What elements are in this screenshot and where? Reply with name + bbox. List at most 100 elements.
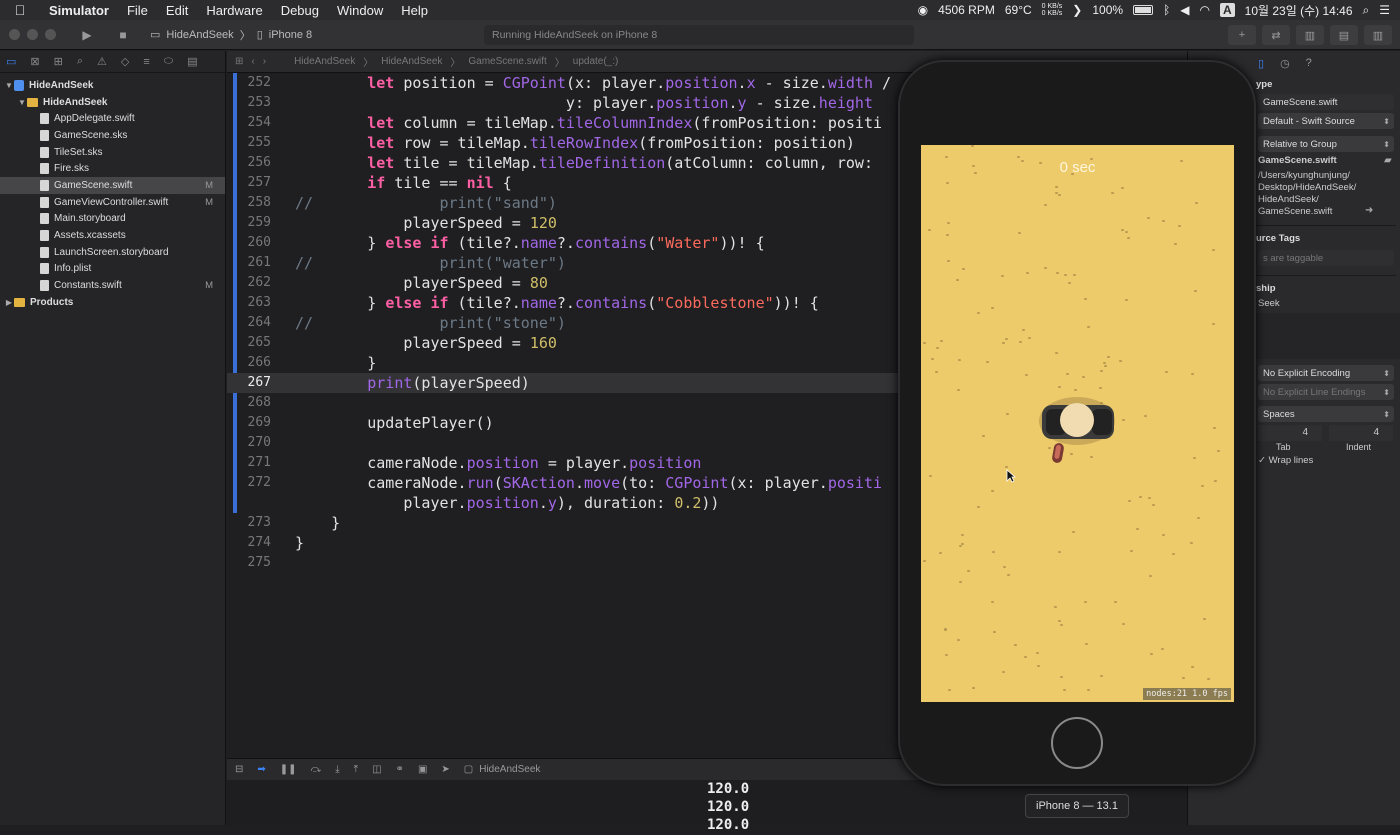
source-control-icon[interactable]: ⊠ [30,55,39,68]
disclosure-triangle-icon[interactable]: ▼ [17,98,27,107]
breakpoints-toggle-icon[interactable]: ➡ [257,764,265,775]
tree-item[interactable]: GameScene.swift M [0,177,225,194]
file-type-select[interactable]: Default - Swift Source ⬍ [1258,113,1394,129]
apple-icon[interactable]:  [0,2,40,18]
tags-field[interactable]: s are taggable [1258,250,1394,266]
tree-item[interactable]: Constants.swift M [0,277,225,294]
toggle-debug-button[interactable]: ▤ [1330,25,1358,45]
minimize-window-button[interactable] [27,29,38,40]
scheme-selector[interactable]: ▭ HideAndSeek 〉 ▯ iPhone 8 [150,27,312,43]
wrap-lines-label: Wrap lines [1268,455,1314,466]
encoding-select[interactable]: No Explicit Encoding ⬍ [1258,365,1394,381]
issue-nav-icon[interactable]: ⚠ [97,55,107,68]
battery-icon[interactable] [1133,5,1154,15]
disclosure-triangle-icon[interactable]: ▼ [4,81,14,90]
identity-type-title: ype [1256,79,1273,90]
menu-debug[interactable]: Debug [272,3,328,18]
code-review-button[interactable]: ⇄ [1262,25,1290,45]
tree-item[interactable]: ▶ Products [0,294,225,311]
tree-item[interactable]: Fire.sks [0,160,225,177]
disclosure-triangle-icon[interactable]: ▶ [4,298,14,307]
library-button[interactable]: + [1228,25,1256,45]
location-icon[interactable]: ➤ [441,764,449,775]
moon-icon[interactable]: ❯ [1072,3,1082,17]
run-button[interactable]: ▶ [74,25,100,45]
step-in-icon[interactable]: ⤓ [335,764,339,775]
folder-icon[interactable]: ▰ [1384,155,1392,166]
menu-edit[interactable]: Edit [157,3,197,18]
crumb-project[interactable]: HideAndSeek [294,56,355,67]
reveal-arrow-icon[interactable]: ➜ [1365,205,1373,216]
notification-icon[interactable]: ☰ [1379,3,1390,17]
sand-speck [1005,466,1008,468]
tree-item[interactable]: LaunchScreen.storyboard [0,244,225,261]
close-window-button[interactable] [9,29,20,40]
view-debugger-icon[interactable]: ◫ [372,764,381,775]
folder-nav-icon[interactable]: ▭ [6,55,16,68]
menu-file[interactable]: File [118,3,157,18]
datetime[interactable]: 10월 23일 (수) 14:46 [1245,2,1353,19]
debug-nav-icon[interactable]: ≡ [143,56,149,68]
crumb-folder[interactable]: HideAndSeek [381,56,442,67]
record-icon[interactable]: ◉ [918,3,928,17]
crumb-file[interactable]: GameScene.swift [468,56,546,67]
menu-app[interactable]: Simulator [40,3,118,18]
forward-icon[interactable]: › [263,56,266,67]
home-button[interactable] [1051,717,1103,769]
memory-graph-icon[interactable]: ⚭ [396,764,404,775]
sand-speck [1064,274,1067,276]
menu-help[interactable]: Help [392,3,437,18]
toggle-navigator-button[interactable]: ▥ [1296,25,1324,45]
report-nav-icon[interactable]: ▤ [187,55,197,68]
stop-button[interactable]: ■ [110,25,136,45]
help-icon[interactable]: ? [1306,57,1312,70]
game-screen[interactable]: 0 sec nodes:21 1.0 fps [921,145,1234,702]
indent-using-select[interactable]: Spaces ⬍ [1258,406,1394,422]
tree-item[interactable]: TileSet.sks [0,144,225,161]
related-items-icon[interactable]: ⊞ [235,56,243,67]
hide-debug-icon[interactable]: ⊟ [235,764,243,775]
volume-icon[interactable]: ◀ [1180,3,1189,17]
breakpoint-nav-icon[interactable]: ⬭ [164,55,173,68]
symbol-nav-icon[interactable]: ⊞ [54,55,63,68]
indent-width-stepper[interactable]: 4 [1329,425,1393,441]
tree-item[interactable]: AppDelegate.swift [0,110,225,127]
tree-item[interactable]: Main.storyboard [0,211,225,228]
file-icon [40,213,49,225]
tree-item[interactable]: ▼ HideAndSeek [0,77,225,94]
bluetooth-icon[interactable]: ᛒ [1163,3,1170,17]
tree-item[interactable]: ▼ HideAndSeek [0,94,225,111]
code-text: cameraNode.position = player.position [295,454,702,472]
environment-icon[interactable]: ▣ [418,764,427,775]
wrap-lines-checkbox[interactable]: ✓ Wrap lines [1258,455,1313,466]
tree-item-label: Constants.swift [54,280,122,292]
find-nav-icon[interactable]: ⌕ [77,55,83,68]
step-over-icon[interactable]: ⤼ [311,764,322,775]
line-endings-select[interactable]: No Explicit Line Endings ⬍ [1258,384,1394,400]
input-source[interactable]: A [1219,3,1235,17]
menu-window[interactable]: Window [328,3,392,18]
tree-item[interactable]: GameScene.sks [0,127,225,144]
pause-icon[interactable]: ❚❚ [280,764,297,775]
menu-hardware[interactable]: Hardware [197,3,271,18]
file-inspector-icon[interactable]: ▯ [1258,57,1264,70]
sand-speck [923,560,926,562]
indent-width-value: 4 [1373,427,1379,438]
crumb-symbol[interactable]: update(_:) [573,56,619,67]
membership-item[interactable]: Seek [1258,298,1280,309]
code-text: player.position.y), duration: 0.2)) [295,494,720,512]
tab-width-stepper[interactable]: 4 [1258,425,1322,441]
name-field[interactable]: GameScene.swift [1258,94,1394,110]
toggle-inspector-button[interactable]: ▥ [1364,25,1392,45]
tree-item[interactable]: Info.plist [0,261,225,278]
step-out-icon[interactable]: ⤒ [354,764,358,775]
tree-item[interactable]: GameViewController.swift M [0,194,225,211]
location-select[interactable]: Relative to Group ⬍ [1258,136,1394,152]
spotlight-icon[interactable]: ⌕ [1363,3,1370,18]
back-icon[interactable]: ‹ [251,56,254,67]
test-nav-icon[interactable]: ◇ [121,55,129,68]
history-icon[interactable]: ◷ [1280,57,1290,70]
tree-item[interactable]: Assets.xcassets [0,227,225,244]
zoom-window-button[interactable] [45,29,56,40]
wifi-icon[interactable]: ◠ [1200,3,1210,17]
